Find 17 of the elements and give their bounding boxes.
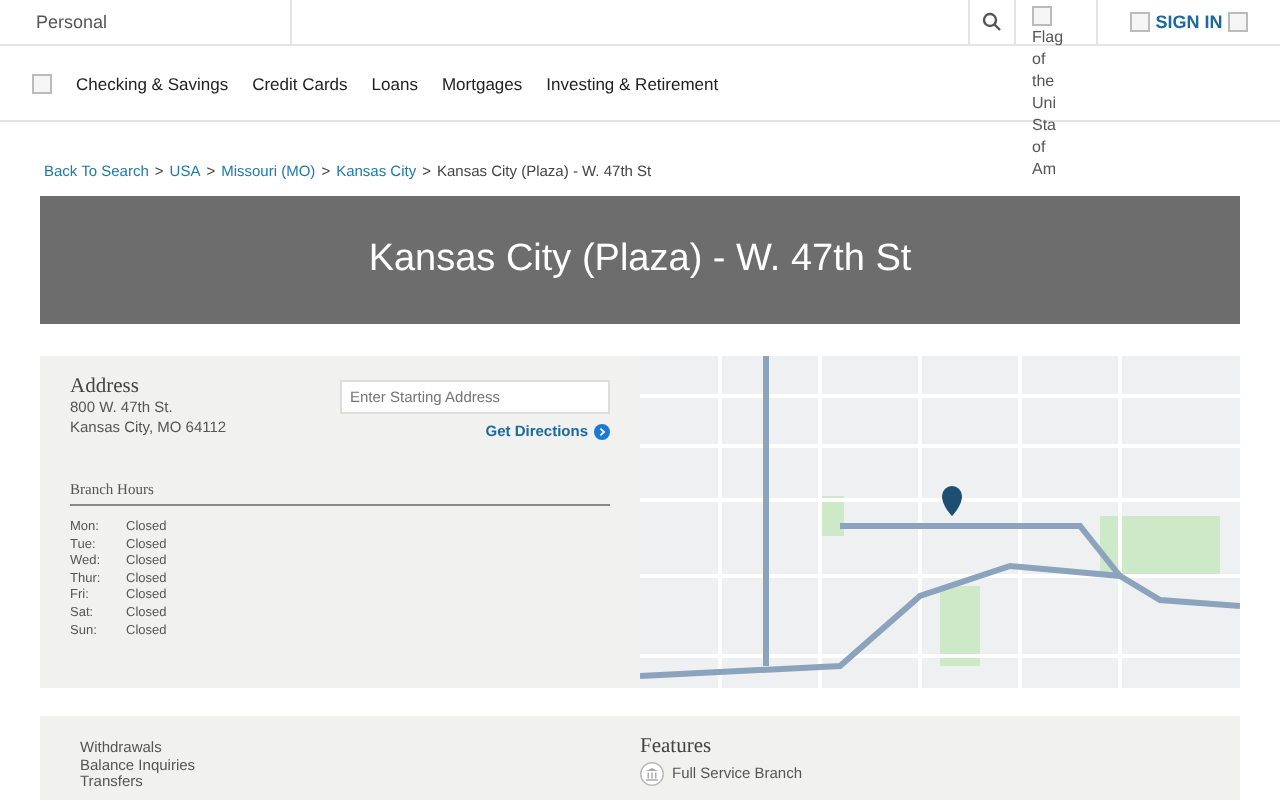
search-icon[interactable] — [982, 12, 1002, 32]
nav-item[interactable]: Loans — [371, 73, 418, 93]
nav-item[interactable]: Credit Cards — [252, 73, 348, 93]
arrow-circle-icon — [594, 423, 610, 439]
sign-in-link[interactable]: SIGN IN — [1155, 12, 1223, 32]
nav-item[interactable]: Checking & Savings — [76, 73, 229, 93]
nav-item[interactable]: Investing & Retirement — [546, 73, 719, 93]
bank-icon — [640, 761, 664, 785]
page-title: Kansas City (Plaza) - W. 47th St — [368, 238, 912, 282]
address-heading: Address — [70, 376, 141, 398]
nav-item[interactable]: Mortgages — [441, 73, 523, 93]
features-heading: Features — [640, 740, 714, 757]
flag-image-alt-text: Flag of the Uni Sta of Am — [1032, 6, 1060, 180]
personal-tab[interactable]: Personal — [0, 0, 292, 44]
broken-image-icon — [1228, 12, 1249, 32]
broken-image-icon — [32, 73, 52, 93]
broken-image-icon — [1129, 12, 1150, 32]
